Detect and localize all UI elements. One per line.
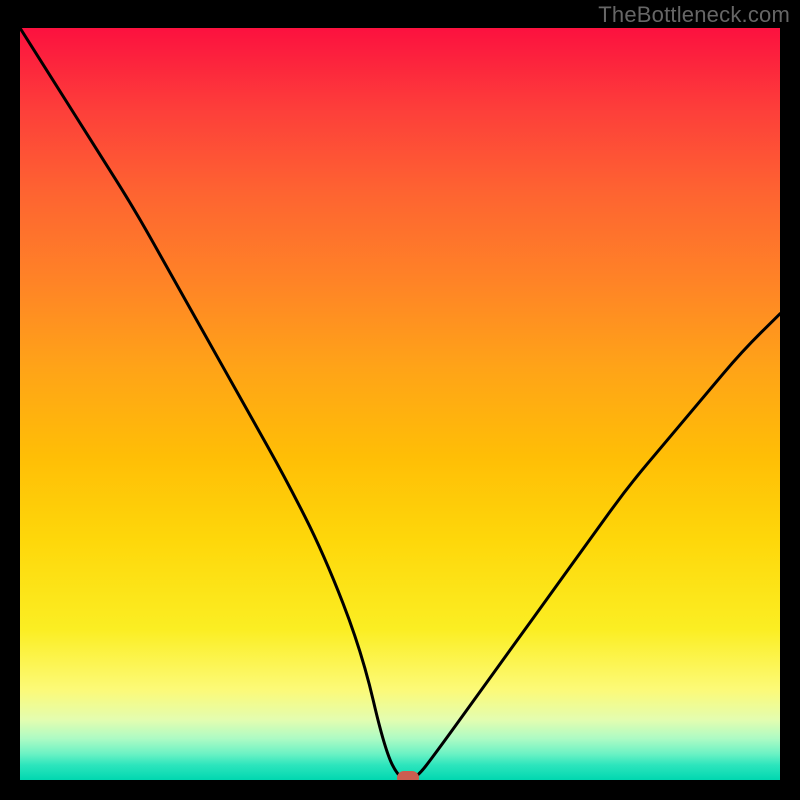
bottleneck-marker-icon (397, 771, 419, 780)
curve-path (20, 28, 780, 780)
bottleneck-curve (20, 28, 780, 780)
plot-area (20, 28, 780, 780)
chart-frame: TheBottleneck.com (0, 0, 800, 800)
watermark-label: TheBottleneck.com (598, 2, 790, 28)
